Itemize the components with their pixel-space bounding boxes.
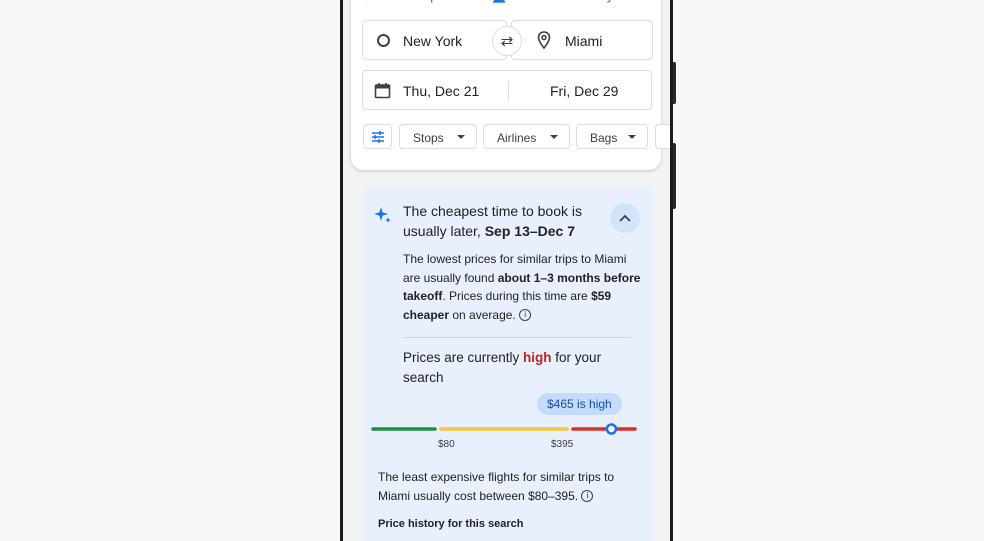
departure-date[interactable]: Thu, Dec 21 bbox=[403, 83, 479, 99]
caret-down-icon bbox=[457, 135, 465, 139]
price-insights-panel: The cheapest time to book is usually lat… bbox=[363, 188, 653, 541]
date-divider bbox=[508, 81, 509, 101]
origin-field[interactable]: New York bbox=[362, 20, 507, 60]
caret-down-icon bbox=[628, 135, 636, 139]
phone-screen: ⇄ Round trip ▼ 👤 1 ▼ Economy ▼ New York bbox=[343, 0, 670, 541]
phone-power-button bbox=[673, 62, 676, 104]
collapse-button[interactable] bbox=[610, 203, 640, 233]
trip-options-row: ⇄ Round trip ▼ 👤 1 ▼ Economy ▼ bbox=[351, 0, 661, 10]
destination-field[interactable]: Miami bbox=[511, 20, 653, 60]
current-price-marker bbox=[605, 423, 618, 435]
round-trip-icon: ⇄ bbox=[363, 0, 374, 3]
date-range-field[interactable]: Thu, Dec 21 Fri, Dec 29 bbox=[362, 70, 652, 110]
all-filters-button[interactable] bbox=[363, 124, 392, 149]
cabin-class-select[interactable]: Economy ▼ bbox=[559, 0, 626, 3]
passengers-select[interactable]: 👤 1 ▼ bbox=[491, 0, 531, 4]
swap-icon: ⇄ bbox=[500, 33, 514, 50]
price-history-title: Price history for this search bbox=[378, 518, 524, 530]
cheapest-time-headline: The cheapest time to book is usually lat… bbox=[403, 203, 582, 239]
flight-search-card: ⇄ Round trip ▼ 👤 1 ▼ Economy ▼ New York bbox=[351, 0, 670, 170]
chevron-up-icon bbox=[619, 209, 631, 227]
location-pin-icon bbox=[536, 31, 552, 52]
origin-circle-icon bbox=[377, 34, 390, 47]
range-tick-low: $80 bbox=[438, 439, 455, 450]
price-level-text: Prices are currently high for your searc… bbox=[403, 350, 602, 385]
person-icon: 👤 bbox=[491, 0, 507, 3]
sparkle-icon bbox=[374, 206, 392, 229]
range-tick-high: $395 bbox=[551, 439, 574, 450]
current-price-badge: $465 is high bbox=[537, 393, 622, 415]
swap-locations-button[interactable]: ⇄ bbox=[492, 26, 522, 56]
bags-filter-chip[interactable]: Bags bbox=[576, 124, 648, 149]
section-divider bbox=[403, 337, 631, 338]
airlines-filter-chip[interactable]: Airlines bbox=[483, 124, 570, 149]
caret-down-icon bbox=[550, 135, 558, 139]
price-range-note: The least expensive flights for similar … bbox=[378, 470, 615, 503]
trip-type-select[interactable]: ⇄ Round trip ▼ bbox=[363, 0, 450, 4]
info-icon[interactable]: i bbox=[519, 309, 532, 322]
chevron-down-icon: ▼ bbox=[441, 0, 450, 2]
phone-volume-button bbox=[673, 143, 676, 209]
info-icon[interactable]: i bbox=[581, 490, 594, 503]
return-date[interactable]: Fri, Dec 29 bbox=[550, 83, 618, 99]
calendar-icon bbox=[374, 82, 391, 102]
booking-advice-text: The lowest prices for similar trips to M… bbox=[403, 252, 641, 322]
price-range-bar bbox=[371, 423, 637, 435]
chevron-down-icon: ▼ bbox=[617, 0, 626, 2]
chevron-down-icon: ▼ bbox=[522, 0, 531, 2]
more-filters-chip[interactable] bbox=[655, 124, 670, 149]
stops-filter-chip[interactable]: Stops bbox=[399, 124, 477, 149]
tune-icon bbox=[371, 131, 385, 146]
